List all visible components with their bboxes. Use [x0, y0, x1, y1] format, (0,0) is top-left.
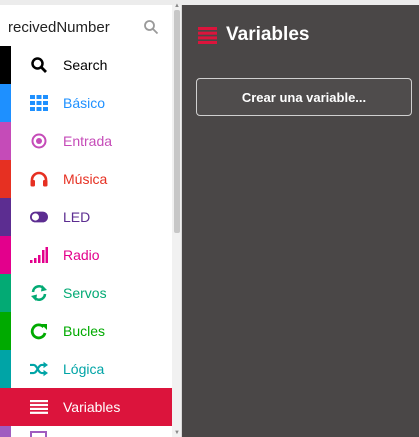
- category-color-bar: [0, 84, 11, 122]
- category-label: Variables: [63, 399, 121, 415]
- category-entrada[interactable]: Entrada: [0, 122, 172, 160]
- category-color-bar: [0, 236, 11, 274]
- category-color-bar: [0, 350, 11, 388]
- category-label: Básico: [63, 95, 106, 111]
- category-color-bar: [0, 274, 11, 312]
- category-musica[interactable]: Música: [0, 160, 172, 198]
- toggle-icon: [30, 208, 48, 226]
- category-label: Entrada: [63, 133, 113, 149]
- category-partial-icon: [30, 431, 47, 437]
- scroll-up-arrow-icon[interactable]: ▲: [174, 3, 180, 9]
- headphones-icon: [30, 170, 48, 188]
- category-color-bar: [0, 312, 11, 350]
- search-icon: [30, 56, 48, 74]
- category-label: LED: [63, 209, 91, 225]
- category-label: Lógica: [63, 361, 105, 377]
- list-icon: [198, 27, 217, 44]
- category-color-bar: [0, 388, 11, 426]
- category-servos[interactable]: Servos: [0, 274, 172, 312]
- toolbox-search: [0, 8, 172, 46]
- shuffle-icon: [30, 360, 48, 378]
- category-bucles[interactable]: Bucles: [0, 312, 172, 350]
- category-label: Servos: [63, 285, 107, 301]
- category-color-bar: [0, 160, 11, 198]
- category-search[interactable]: Search: [0, 46, 172, 84]
- category-label: Search: [63, 57, 108, 73]
- grid-icon: [30, 94, 48, 112]
- toolbox-scrollbar-thumb[interactable]: [174, 10, 180, 233]
- loop-icon: [30, 322, 48, 340]
- category-variables[interactable]: Variables: [0, 388, 172, 426]
- variables-flyout: Variables Crear una variable...: [182, 5, 419, 437]
- create-variable-button[interactable]: Crear una variable...: [196, 78, 412, 116]
- radio-dot-icon: [30, 132, 48, 150]
- category-color-bar: [0, 46, 11, 84]
- search-input[interactable]: [8, 8, 138, 46]
- scroll-down-arrow-icon[interactable]: ▼: [174, 430, 180, 436]
- category-label: Radio: [63, 247, 100, 263]
- search-icon[interactable]: [143, 19, 159, 35]
- toolbox-sidebar: Search Básico Entrada: [0, 3, 182, 437]
- category-radio[interactable]: Radio: [0, 236, 172, 274]
- sync-icon: [30, 284, 48, 302]
- category-basico[interactable]: Básico: [0, 84, 172, 122]
- category-color-bar: [0, 122, 11, 160]
- category-color-bar: [0, 198, 11, 236]
- category-logica[interactable]: Lógica: [0, 350, 172, 388]
- category-next-partial[interactable]: [0, 426, 172, 437]
- category-label: Bucles: [63, 323, 106, 339]
- list-icon: [30, 398, 48, 416]
- category-label: Música: [63, 171, 108, 187]
- category-led[interactable]: LED: [0, 198, 172, 236]
- flyout-title: Variables: [226, 24, 310, 45]
- category-color-bar: [0, 426, 11, 437]
- signal-bars-icon: [30, 246, 48, 264]
